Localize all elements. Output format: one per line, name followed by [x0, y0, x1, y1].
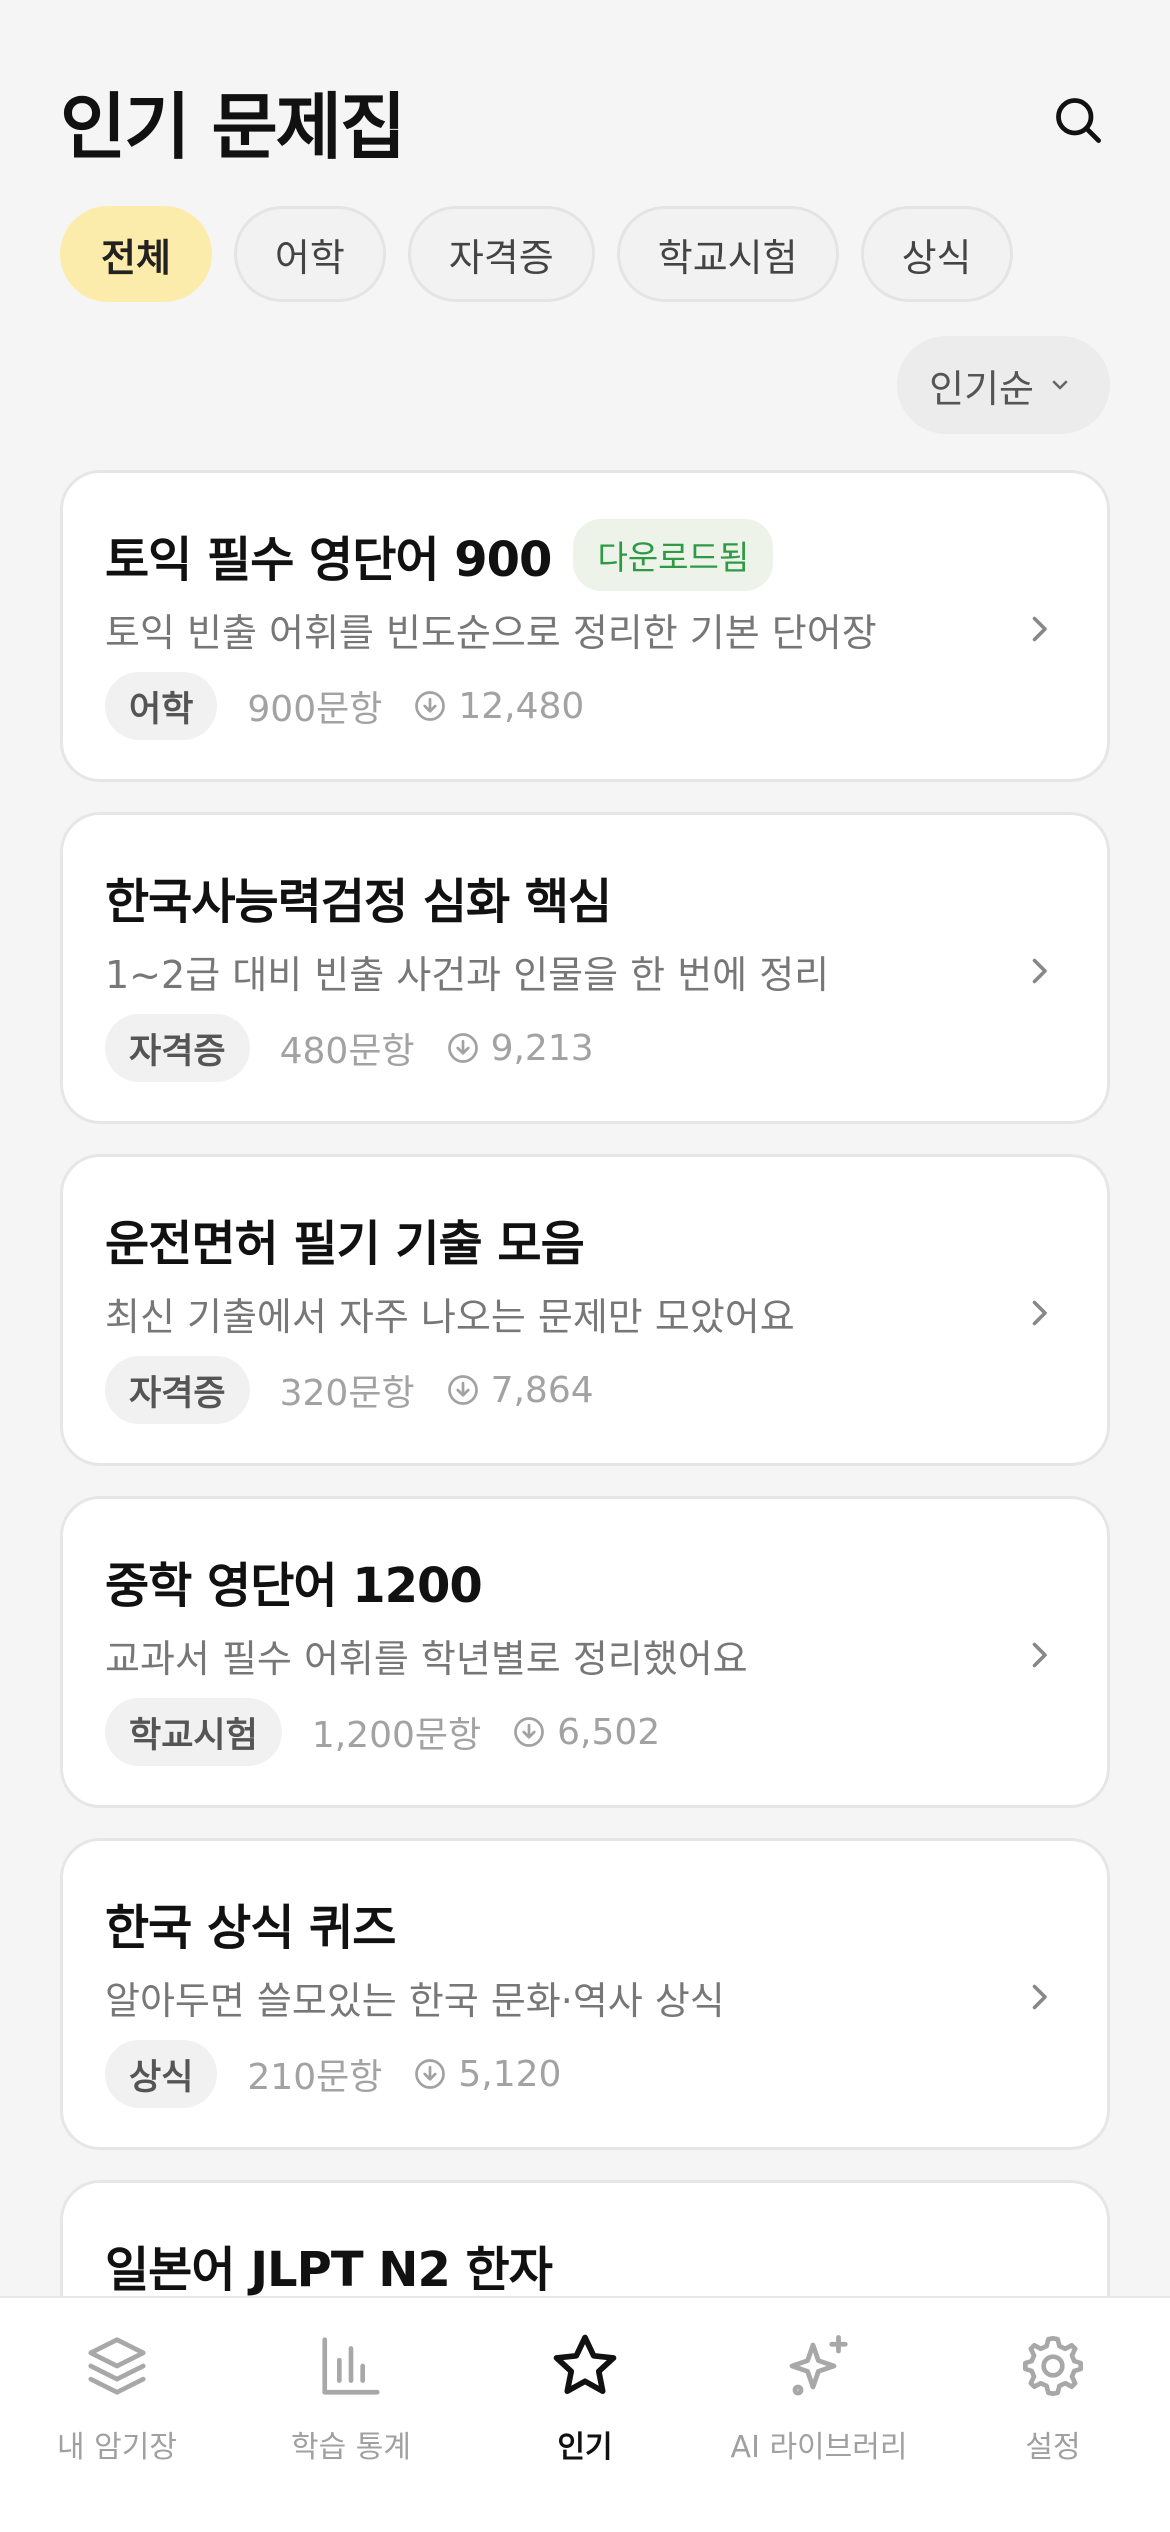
filter-chips: 전체 어학 자격증 학교시험 상식	[60, 206, 1013, 302]
chevron-right-icon	[1032, 958, 1047, 984]
card-title: 중학 영단어 1200	[105, 1558, 483, 1614]
card-title: 일본어 JLPT N2 한자	[105, 2242, 553, 2298]
download-icon	[447, 1375, 478, 1405]
filter-chip-certificate[interactable]: 자격증	[407, 206, 595, 302]
question-count: 210문항	[247, 2057, 383, 2098]
chevron-down-icon	[1052, 380, 1068, 390]
download-icon	[415, 691, 446, 721]
chevron-right-icon	[1032, 1984, 1047, 2010]
layers-icon	[88, 2337, 146, 2395]
filter-chip-language[interactable]: 어학	[233, 206, 386, 302]
question-count: 900문항	[247, 689, 383, 730]
gear-icon	[1022, 2335, 1084, 2397]
problem-set-card[interactable]: 토익 필수 영단어 900 다운로드됨 토익 빈출 어휘를 빈도순으로 정리한 …	[60, 470, 1110, 782]
card-description: 알아두면 쓸모있는 한국 문화·역사 상식	[105, 1978, 725, 2023]
search-button[interactable]	[1046, 88, 1110, 152]
card-title: 한국사능력검정 심화 핵심	[105, 874, 612, 930]
filter-chip-school-exam[interactable]: 학교시험	[616, 206, 839, 302]
tab-label: 학습 통계	[291, 2430, 411, 2465]
download-icon	[447, 1033, 478, 1063]
category-tag: 자격증	[105, 1356, 250, 1424]
problem-set-card[interactable]: 운전면허 필기 기출 모음 최신 기출에서 자주 나오는 문제만 모았어요 자격…	[60, 1154, 1110, 1466]
tab-label: 인기	[557, 2430, 613, 2465]
problem-set-list: 토익 필수 영단어 900 다운로드됨 토익 빈출 어휘를 빈도순으로 정리한 …	[60, 470, 1110, 2522]
problem-set-card[interactable]: 중학 영단어 1200 교과서 필수 어휘를 학년별로 정리했어요 학교시험 1…	[60, 1496, 1110, 1808]
tab-study-stats[interactable]: 학습 통계	[234, 2298, 468, 2532]
card-description: 최신 기출에서 자주 나오는 문제만 모았어요	[105, 1294, 795, 1339]
question-count: 320문항	[279, 1373, 415, 1414]
card-title: 한국 상식 퀴즈	[105, 1900, 396, 1956]
download-count: 6,502	[557, 1711, 661, 1753]
sort-label: 인기순	[929, 366, 1034, 411]
download-icon	[415, 2059, 446, 2089]
problem-set-card[interactable]: 한국 상식 퀴즈 알아두면 쓸모있는 한국 문화·역사 상식 상식 210문항 …	[60, 1838, 1110, 2150]
bar-chart-icon	[322, 2337, 380, 2395]
sparkle-icon	[789, 2335, 848, 2396]
tab-my-flashcards[interactable]: 내 암기장	[0, 2298, 234, 2532]
card-title: 토익 필수 영단어 900	[105, 532, 552, 588]
header: 인기 문제집	[60, 70, 1110, 170]
card-description: 교과서 필수 어휘를 학년별로 정리했어요	[105, 1636, 748, 1681]
chevron-right-icon	[1032, 1300, 1047, 1326]
tab-popular[interactable]: 인기	[468, 2298, 702, 2532]
card-title: 운전면허 필기 기출 모음	[105, 1216, 585, 1272]
downloaded-badge: 다운로드됨	[573, 519, 774, 591]
card-description: 토익 빈출 어휘를 빈도순으로 정리한 기본 단어장	[105, 610, 877, 655]
download-count: 12,480	[458, 685, 585, 727]
question-count: 1,200문항	[311, 1715, 482, 1756]
tab-ai-library[interactable]: AI 라이브러리	[702, 2298, 936, 2532]
download-count: 7,864	[490, 1369, 594, 1411]
chevron-right-icon	[1032, 1642, 1047, 1668]
bottom-tab-bar: 내 암기장 학습 통계 인기 AI 라이브러리 설정	[0, 2296, 1170, 2532]
page-title: 인기 문제집	[60, 84, 406, 169]
tab-label: AI 라이브러리	[730, 2430, 908, 2465]
search-icon	[1056, 98, 1101, 143]
card-description: 1~2급 대비 빈출 사건과 인물을 한 번에 정리	[105, 952, 830, 997]
sort-dropdown[interactable]: 인기순	[897, 336, 1110, 434]
chevron-right-icon	[1032, 616, 1047, 642]
filter-chip-general-knowledge[interactable]: 상식	[860, 206, 1013, 302]
download-icon	[514, 1717, 544, 1747]
download-count: 9,213	[490, 1027, 594, 1069]
download-count: 5,120	[458, 2053, 562, 2095]
tab-label: 설정	[1025, 2430, 1081, 2465]
category-tag: 어학	[105, 672, 218, 740]
filter-chip-all[interactable]: 전체	[60, 206, 212, 302]
category-tag: 상식	[105, 2040, 218, 2108]
problem-set-card[interactable]: 한국사능력검정 심화 핵심 1~2급 대비 빈출 사건과 인물을 한 번에 정리…	[60, 812, 1110, 1124]
star-icon	[553, 2334, 617, 2395]
question-count: 480문항	[279, 1031, 415, 1072]
tab-label: 내 암기장	[57, 2430, 177, 2465]
category-tag: 학교시험	[105, 1698, 282, 1766]
category-tag: 자격증	[105, 1014, 250, 1082]
tab-settings[interactable]: 설정	[936, 2298, 1170, 2532]
